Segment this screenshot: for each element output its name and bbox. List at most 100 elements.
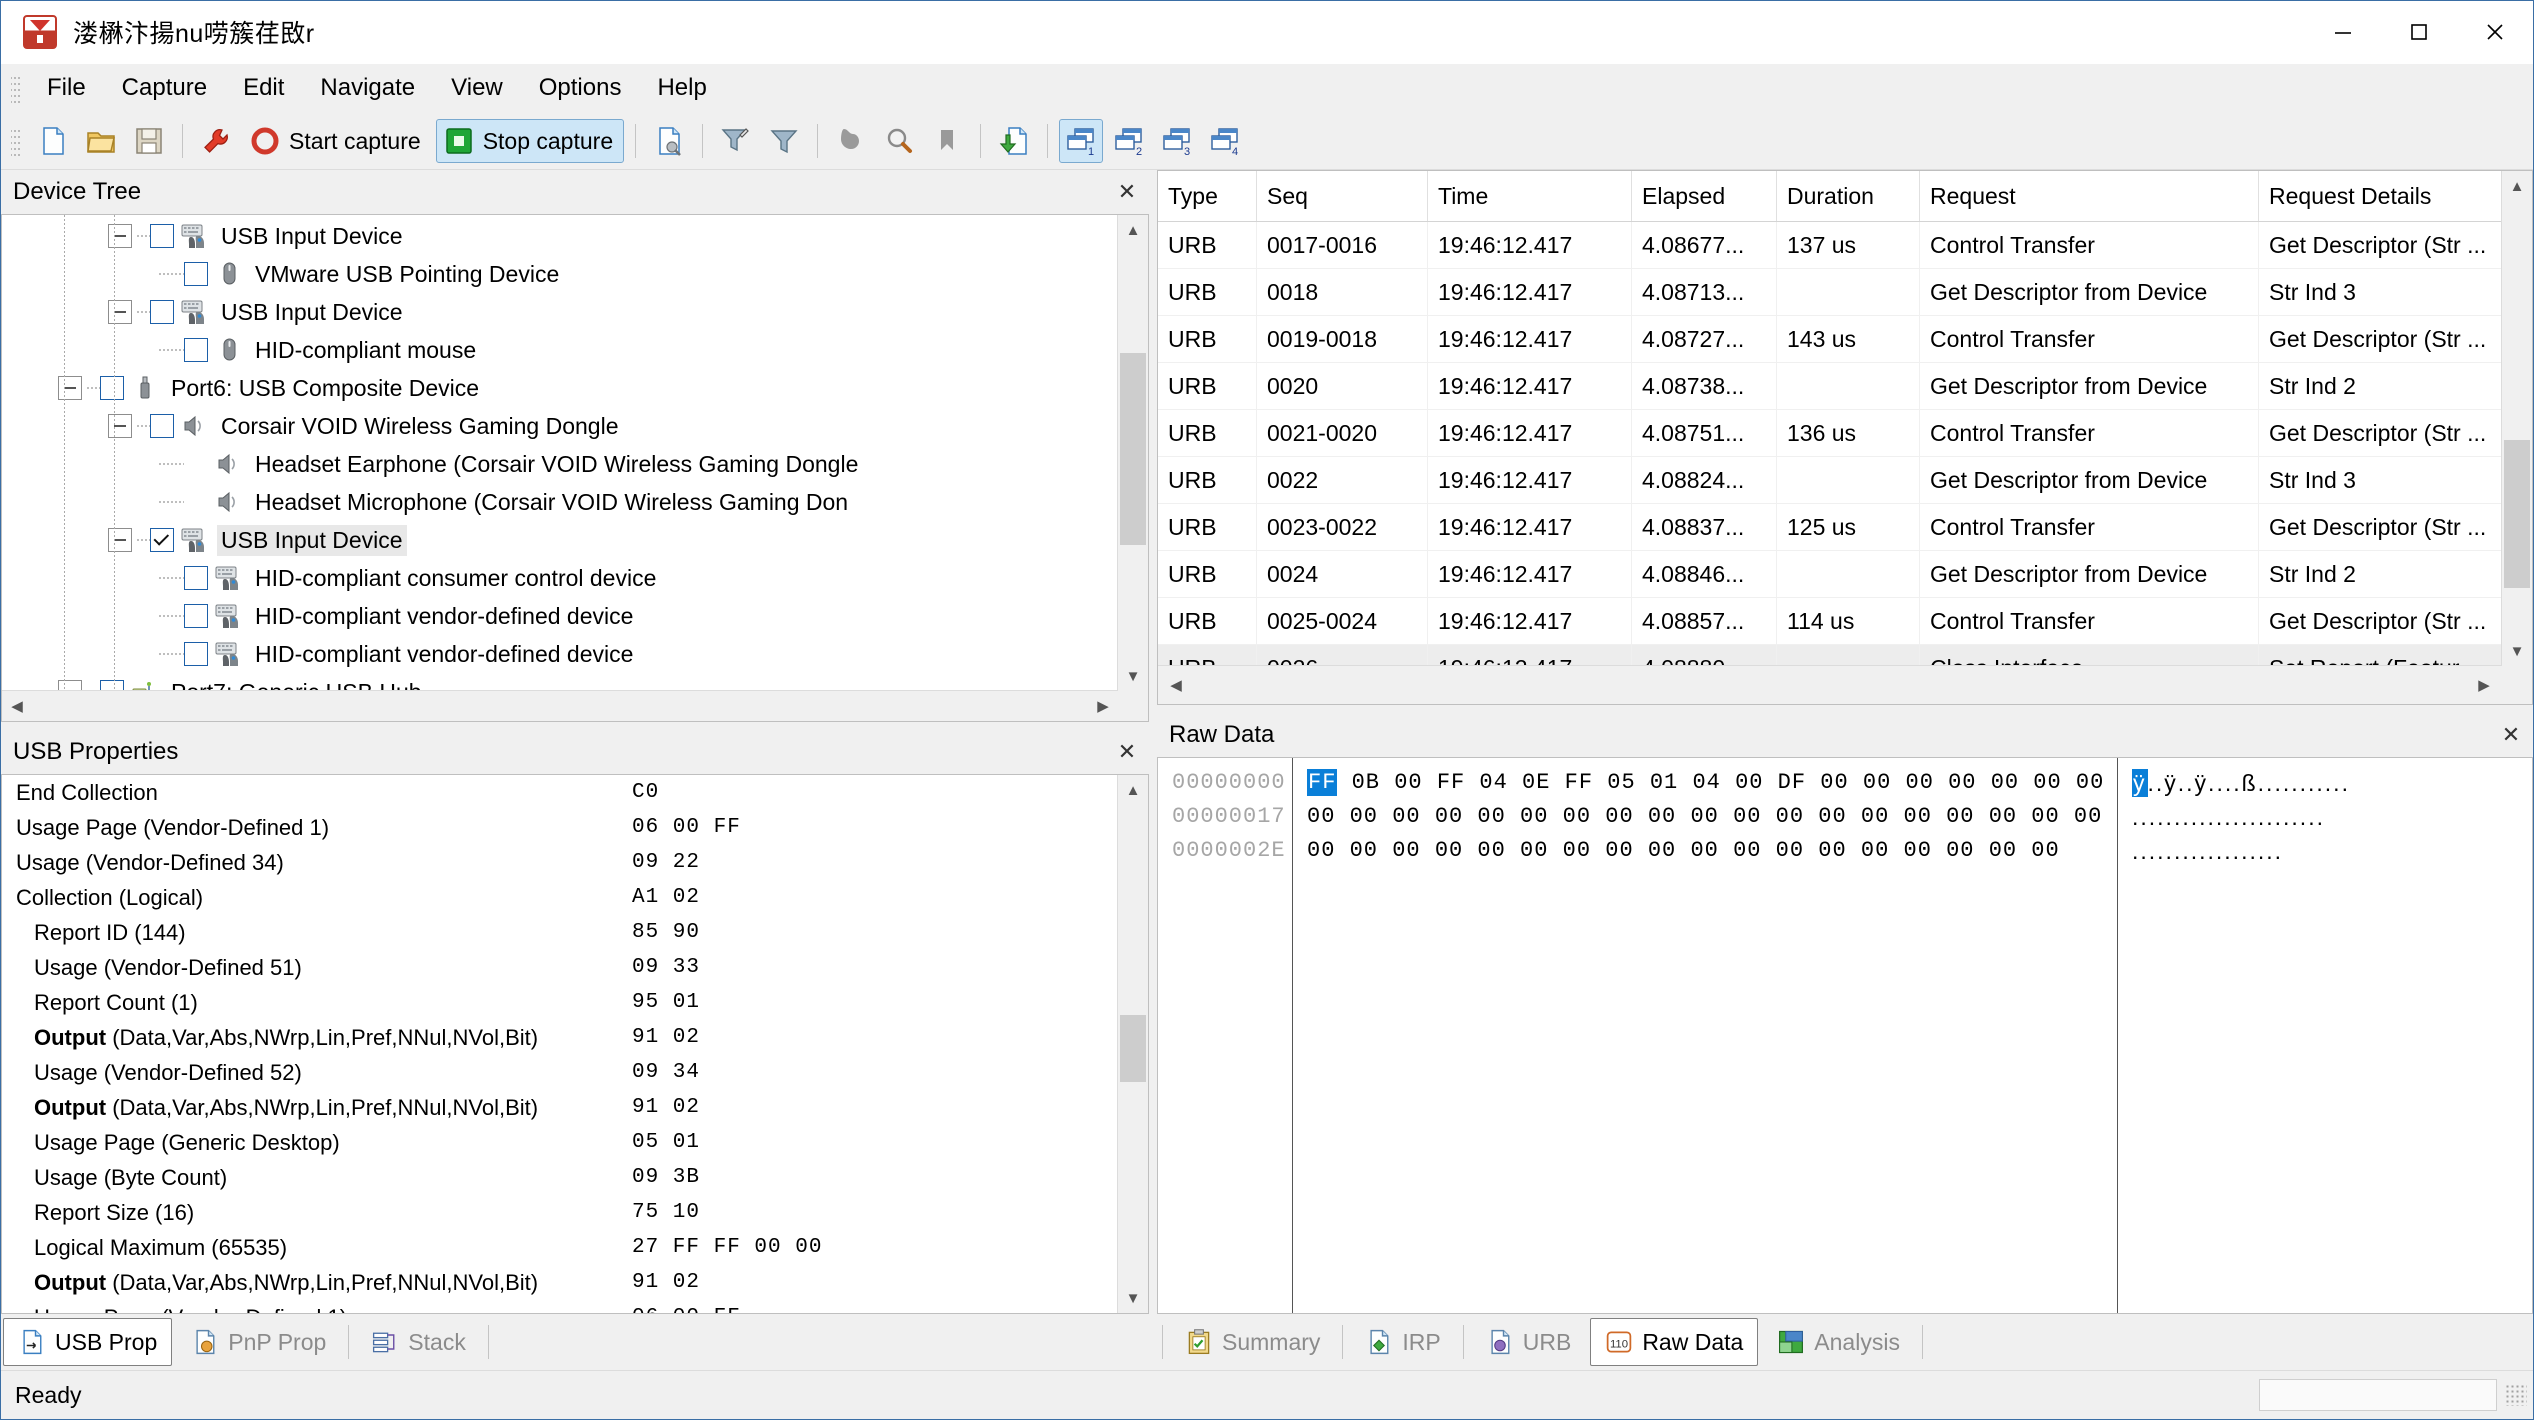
minimize-button[interactable] (2305, 1, 2381, 63)
table-row[interactable]: URB0025-002419:46:12.4174.08857...114 us… (1158, 598, 2502, 645)
scroll-track[interactable] (1118, 805, 1148, 1283)
hex-viewer[interactable]: 00000000000000170000002E FF 0B 00 FF 04 … (1158, 758, 2532, 1313)
table-row[interactable]: URB002019:46:12.4174.08738...Get Descrip… (1158, 363, 2502, 410)
hex-selected-ascii[interactable]: ÿ (2132, 769, 2148, 797)
tab-raw-data[interactable]: 110 Raw Data (1590, 1318, 1758, 1366)
bookmark-button[interactable] (925, 119, 969, 163)
property-row-13[interactable]: Logical Maximum (65535)27 FF FF 00 00 (2, 1230, 1118, 1265)
new-file-button[interactable] (31, 119, 75, 163)
tree-checkbox[interactable] (184, 566, 208, 590)
close-icon[interactable]: ✕ (2495, 719, 2527, 751)
column-header-elapsed[interactable]: Elapsed (1632, 171, 1777, 222)
hex-byte-row[interactable]: FF 0B 00 FF 04 0E FF 05 01 04 00 DF 00 0… (1307, 770, 2117, 804)
device-tree-list[interactable]: USB Input DeviceVMware USB Pointing Devi… (2, 215, 1118, 691)
hex-ascii-row[interactable]: ....................... (2132, 804, 2532, 838)
property-row-10[interactable]: Usage Page (Generic Desktop)05 01 (2, 1125, 1118, 1160)
table-row[interactable]: URB0017-001619:46:12.4174.08677...137 us… (1158, 222, 2502, 269)
property-row-8[interactable]: Usage (Vendor-Defined 52)09 34 (2, 1055, 1118, 1090)
scroll-down-icon[interactable]: ▼ (1118, 1283, 1148, 1313)
hex-ascii-column[interactable]: ÿ..ÿ..ÿ....ß............................… (2117, 758, 2532, 1313)
scroll-up-icon[interactable]: ▲ (2502, 171, 2532, 201)
menu-view[interactable]: View (433, 70, 521, 106)
tree-item-12[interactable]: Port7: Generic USB Hub (2, 673, 1118, 691)
close-button[interactable] (2457, 1, 2533, 63)
scroll-up-icon[interactable]: ▲ (1118, 215, 1148, 245)
apply-filter-button[interactable] (762, 119, 806, 163)
resize-grip-icon[interactable] (2505, 1384, 2527, 1406)
edit-filter-button[interactable] (714, 119, 758, 163)
tree-expander-icon[interactable] (108, 414, 132, 438)
scroll-down-icon[interactable]: ▼ (1118, 661, 1148, 691)
scroll-right-icon[interactable]: ▶ (1088, 691, 1118, 721)
tree-item-1[interactable]: VMware USB Pointing Device (2, 255, 1118, 293)
scroll-track[interactable] (2502, 201, 2532, 636)
start-capture-button[interactable]: Start capture (242, 119, 432, 163)
device-tree-hscrollbar[interactable]: ◀ ▶ (2, 690, 1118, 721)
tab-urb[interactable]: URB (1471, 1318, 1587, 1366)
property-row-12[interactable]: Report Size (16)75 10 (2, 1195, 1118, 1230)
properties-button[interactable] (647, 119, 691, 163)
capture-settings-button[interactable] (194, 119, 238, 163)
property-row-9[interactable]: Output (Data,Var,Abs,NWrp,Lin,Pref,NNul,… (2, 1090, 1118, 1125)
tree-item-5[interactable]: Corsair VOID Wireless Gaming Dongle (2, 407, 1118, 445)
tree-checkbox[interactable] (100, 376, 124, 400)
tree-expander-icon[interactable] (108, 224, 132, 248)
tree-expander-icon[interactable] (58, 376, 82, 400)
table-row[interactable]: URB0019-001819:46:12.4174.08727...143 us… (1158, 316, 2502, 363)
menu-capture[interactable]: Capture (104, 70, 225, 106)
save-file-button[interactable] (127, 119, 171, 163)
tree-checkbox[interactable] (150, 528, 174, 552)
tab-irp[interactable]: IRP (1350, 1318, 1455, 1366)
column-header-time[interactable]: Time (1428, 171, 1632, 222)
hex-byte-row[interactable]: 00 00 00 00 00 00 00 00 00 00 00 00 00 0… (1307, 838, 2117, 872)
table-row[interactable]: URB0021-002019:46:12.4174.08751...136 us… (1158, 410, 2502, 457)
column-header-request-details[interactable]: Request Details (2259, 171, 2503, 222)
tree-item-6[interactable]: Headset Earphone (Corsair VOID Wireless … (2, 445, 1118, 483)
layout-4-button[interactable]: 4 (1203, 119, 1247, 163)
hex-content[interactable]: 00000000000000170000002E FF 0B 00 FF 04 … (1158, 758, 2117, 1313)
scroll-thumb[interactable] (2504, 440, 2530, 588)
property-row-2[interactable]: Usage (Vendor-Defined 34)09 22 (2, 845, 1118, 880)
property-row-7[interactable]: Output (Data,Var,Abs,NWrp,Lin,Pref,NNul,… (2, 1020, 1118, 1055)
find-button[interactable] (877, 119, 921, 163)
scroll-up-icon[interactable]: ▲ (1118, 775, 1148, 805)
scroll-track[interactable] (1118, 245, 1148, 661)
tree-checkbox[interactable] (184, 604, 208, 628)
horizontal-splitter[interactable] (1157, 705, 2533, 713)
vertical-splitter[interactable] (1149, 170, 1157, 1370)
menu-gripper[interactable] (11, 73, 21, 103)
hex-bytes-column[interactable]: FF 0B 00 FF 04 0E FF 05 01 04 00 DF 00 0… (1292, 758, 2117, 1313)
tab-stack[interactable]: Stack (356, 1318, 481, 1366)
stop-capture-button[interactable]: Stop capture (436, 119, 624, 163)
capture-hscrollbar[interactable]: ◀ ▶ (1158, 665, 2502, 704)
tree-expander-icon[interactable] (108, 300, 132, 324)
layout-3-button[interactable]: 3 (1155, 119, 1199, 163)
scroll-left-icon[interactable]: ◀ (2, 691, 32, 721)
hex-ascii-row[interactable]: ÿ..ÿ..ÿ....ß........... (2132, 770, 2532, 804)
hex-byte-row[interactable]: 00 00 00 00 00 00 00 00 00 00 00 00 00 0… (1307, 804, 2117, 838)
menu-file[interactable]: File (29, 70, 104, 106)
scroll-thumb[interactable] (1120, 353, 1146, 544)
scroll-right-icon[interactable]: ▶ (2466, 666, 2502, 704)
open-file-button[interactable] (79, 119, 123, 163)
capture-table-scroll[interactable]: Type Seq Time Elapsed Duration Request R… (1158, 171, 2502, 666)
menu-navigate[interactable]: Navigate (302, 70, 433, 106)
column-header-request[interactable]: Request (1920, 171, 2259, 222)
property-row-0[interactable]: End CollectionC0 (2, 775, 1118, 810)
maximize-button[interactable] (2381, 1, 2457, 63)
tree-checkbox[interactable] (150, 300, 174, 324)
tab-summary[interactable]: Summary (1170, 1318, 1335, 1366)
tree-item-3[interactable]: HID-compliant mouse (2, 331, 1118, 369)
property-row-3[interactable]: Collection (Logical)A1 02 (2, 880, 1118, 915)
property-row-11[interactable]: Usage (Byte Count)09 3B (2, 1160, 1118, 1195)
tree-item-9[interactable]: HID-compliant consumer control device (2, 559, 1118, 597)
tree-checkbox[interactable] (184, 338, 208, 362)
property-row-6[interactable]: Report Count (1)95 01 (2, 985, 1118, 1020)
table-row[interactable]: URB002419:46:12.4174.08846...Get Descrip… (1158, 551, 2502, 598)
tree-item-11[interactable]: HID-compliant vendor-defined device (2, 635, 1118, 673)
property-row-14[interactable]: Output (Data,Var,Abs,NWrp,Lin,Pref,NNul,… (2, 1265, 1118, 1300)
menu-help[interactable]: Help (639, 70, 724, 106)
tree-item-0[interactable]: USB Input Device (2, 217, 1118, 255)
close-icon[interactable]: ✕ (1111, 736, 1143, 768)
tree-checkbox[interactable] (150, 224, 174, 248)
